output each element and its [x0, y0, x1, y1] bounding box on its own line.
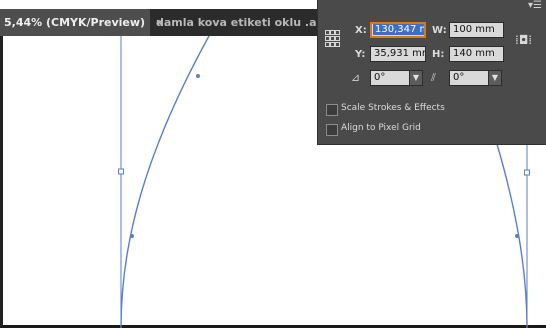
- left-bounding-handle[interactable]: [118, 168, 124, 175]
- shear-dropdown-icon[interactable]: ▼: [488, 70, 502, 86]
- tab-inactive-label: damla kova etiketi oklu .ai @ 74: [156, 16, 322, 29]
- align-pixel-grid-checkbox[interactable]: [326, 124, 338, 136]
- y-field[interactable]: 35,931 mm: [370, 46, 426, 62]
- x-label: X:: [355, 25, 367, 36]
- shear-icon: ⫽: [431, 71, 436, 84]
- transform-panel: ▾☰ X: 130,347 mm W: 100 mm Y: 35,931 mm …: [317, 0, 546, 145]
- tab-inactive-document[interactable]: damla kova etiketi oklu .ai @ 74: [152, 9, 322, 36]
- rotate-icon: ⊿: [351, 71, 361, 84]
- align-pixel-grid-label: Align to Pixel Grid: [341, 123, 421, 133]
- rotate-field[interactable]: 0°: [370, 70, 410, 86]
- scale-strokes-checkbox[interactable]: [326, 104, 338, 116]
- left-curve-anchor-mid[interactable]: [130, 234, 134, 238]
- constrain-proportions-icon[interactable]: ⁞◘⁞: [515, 33, 532, 47]
- shear-field[interactable]: 0°: [449, 70, 489, 86]
- right-curve-anchor[interactable]: [515, 234, 519, 238]
- tab-active-label: 5,44% (CMYK/Preview): [4, 16, 146, 29]
- y-label: Y:: [355, 49, 366, 60]
- h-label: H:: [432, 49, 445, 60]
- illustrator-workspace: 5,44% (CMYK/Preview) × damla kova etiket…: [0, 0, 546, 328]
- x-field-value: 130,347 mm: [373, 24, 424, 35]
- reference-point-icon[interactable]: [325, 30, 340, 48]
- left-curve-path[interactable]: [120, 36, 210, 328]
- right-curve-path[interactable]: [496, 143, 528, 328]
- height-field[interactable]: 140 mm: [449, 46, 504, 62]
- x-field[interactable]: 130,347 mm: [370, 22, 426, 38]
- right-bounding-handle[interactable]: [524, 169, 530, 176]
- left-curve-anchor-top[interactable]: [196, 74, 200, 78]
- tab-active-document[interactable]: 5,44% (CMYK/Preview) ×: [0, 9, 164, 36]
- width-field[interactable]: 100 mm: [449, 22, 504, 38]
- w-label: W:: [432, 25, 447, 36]
- panel-menu-icon[interactable]: ▾☰: [528, 1, 542, 11]
- rotate-dropdown-icon[interactable]: ▼: [409, 70, 423, 86]
- scale-strokes-label: Scale Strokes & Effects: [341, 103, 445, 113]
